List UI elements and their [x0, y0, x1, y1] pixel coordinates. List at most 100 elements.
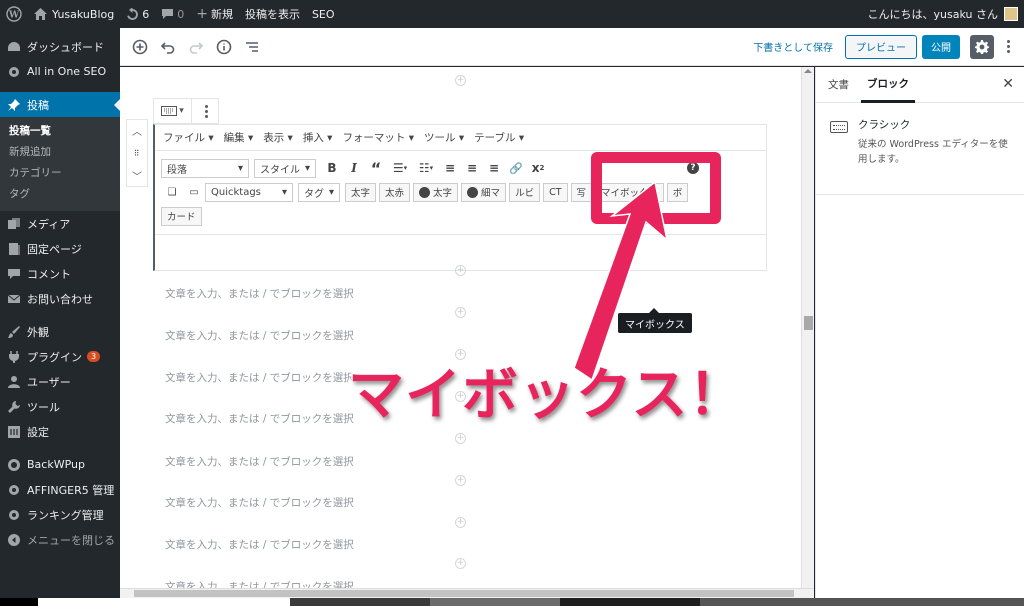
tab-block[interactable]: ブロック [861, 67, 915, 103]
close-icon[interactable]: ✕ [1002, 76, 1014, 92]
comment-icon [162, 9, 174, 19]
sidebar-item-users[interactable]: ユーザー [0, 369, 120, 394]
qt-photo-button[interactable]: 写 [570, 182, 593, 202]
info-button[interactable] [210, 33, 238, 61]
shortcode-icon[interactable]: ❏ [161, 182, 183, 202]
tab-document[interactable]: 文書 [822, 67, 855, 103]
submenu-categories[interactable]: カテゴリー [0, 163, 120, 184]
more-options-button[interactable] [1000, 35, 1016, 59]
editor-canvas[interactable]: + ▾ ︿ ⠿ ﹀ ファイル ▾ 編集 ▾ 表示 ▾ 挿入 ▾ フォーマット ▾… [120, 67, 801, 598]
my-account[interactable]: こんにちは、yusaku さん [862, 0, 1024, 28]
view-post-link[interactable]: 投稿を表示 [239, 0, 306, 28]
qt-bold-red-button[interactable]: 太赤 [379, 182, 411, 202]
sidebar-item-plugins[interactable]: プラグイン 3 [0, 344, 120, 369]
preview-button[interactable]: プレビュー [845, 34, 917, 59]
style-select[interactable]: スタイル ▾ [254, 158, 316, 178]
template-icon[interactable]: ▭ [183, 182, 205, 202]
submenu-add-new[interactable]: 新規追加 [0, 142, 120, 163]
quicktags-select-value: Quicktags [211, 186, 261, 198]
paragraph-placeholder[interactable]: 文章を入力、または / でブロックを選択 [165, 411, 354, 426]
format-select[interactable]: 段落 ▾ [161, 158, 249, 178]
submenu-tags[interactable]: タグ [0, 184, 120, 205]
sidebar-item-posts[interactable]: 投稿 [0, 92, 120, 117]
qt-ct-button[interactable]: CT [543, 182, 568, 202]
sidebar-item-appearance[interactable]: 外観 [0, 319, 120, 344]
paragraph-placeholder[interactable]: 文章を入力、または / でブロックを選択 [165, 328, 354, 343]
undo-button[interactable] [154, 33, 182, 61]
seo-link[interactable]: SEO [306, 0, 341, 28]
qt-ruby-button[interactable]: ルビ [509, 182, 541, 202]
move-down-icon[interactable]: ﹀ [132, 168, 142, 183]
sidebar-item-contact[interactable]: お問い合わせ [0, 286, 120, 311]
link-icon[interactable]: 🔗 [505, 158, 527, 178]
sidebar-item-comments[interactable]: コメント [0, 261, 120, 286]
horizontal-scrollbar[interactable] [120, 588, 814, 598]
inserter-plus-icon[interactable]: + [455, 433, 466, 444]
sidebar-item-backwpup[interactable]: BackWPup [0, 452, 120, 477]
menu-table[interactable]: テーブル ▾ [474, 130, 524, 145]
sidebar-item-aioseo[interactable]: All in One SEO [0, 59, 120, 84]
paragraph-placeholder[interactable]: 文章を入力、または / でブロックを選択 [165, 286, 354, 301]
scrollbar-thumb[interactable] [804, 316, 813, 330]
qt-face-bold-button[interactable]: 太字 [413, 182, 459, 202]
inserter-plus-icon[interactable]: + [455, 265, 466, 276]
numbered-list-icon[interactable]: ☷ ▾ [413, 158, 439, 178]
vertical-scrollbar[interactable] [801, 67, 814, 598]
menu-view[interactable]: 表示 ▾ [263, 130, 293, 145]
qt-bold-button[interactable]: 太字 [345, 182, 377, 202]
inserter-plus-icon[interactable]: + [455, 75, 466, 86]
superscript-icon[interactable]: x2 [527, 158, 549, 178]
site-name-link[interactable]: YusakuBlog [28, 0, 120, 28]
publish-button[interactable]: 公開 [922, 34, 960, 59]
sidebar-item-tools[interactable]: ツール [0, 394, 120, 419]
updates-link[interactable]: 6 [120, 0, 155, 28]
sidebar-item-dashboard[interactable]: ダッシュボード [0, 34, 120, 59]
drag-handle-icon[interactable]: ⠿ [134, 149, 141, 158]
sidebar-item-affinger[interactable]: AFFINGER5 管理 [0, 477, 120, 502]
move-up-icon[interactable]: ︿ [132, 123, 142, 138]
settings-toggle-button[interactable] [970, 34, 994, 59]
qt-card-button[interactable]: カード [161, 206, 202, 226]
menu-format[interactable]: フォーマット ▾ [342, 130, 414, 145]
inserter-plus-icon[interactable]: + [455, 517, 466, 528]
qt-face-thin-button[interactable]: 細マ [461, 182, 507, 202]
menu-edit[interactable]: 編集 ▾ [224, 130, 254, 145]
bold-icon[interactable]: B [321, 158, 343, 178]
italic-icon[interactable]: I [343, 158, 365, 178]
add-block-button[interactable] [126, 33, 154, 61]
menu-insert[interactable]: 挿入 ▾ [303, 130, 333, 145]
menu-file[interactable]: ファイル ▾ [163, 130, 214, 145]
menu-tools[interactable]: ツール ▾ [424, 130, 464, 145]
sidebar-item-media[interactable]: メディア [0, 211, 120, 236]
blockquote-icon[interactable]: “ [365, 158, 387, 178]
align-left-icon[interactable]: ≡ [439, 158, 461, 178]
comments-link[interactable]: 0 [155, 0, 190, 28]
posts-submenu: 投稿一覧 新規追加 カテゴリー タグ [0, 117, 120, 211]
tag-select[interactable]: タグ ▾ [298, 182, 340, 202]
sidebar-item-settings[interactable]: 設定 [0, 419, 120, 444]
paragraph-placeholder[interactable]: 文章を入力、または / でブロックを選択 [165, 537, 354, 552]
paragraph-placeholder[interactable]: 文章を入力、または / でブロックを選択 [165, 370, 354, 385]
submenu-all-posts[interactable]: 投稿一覧 [0, 121, 120, 142]
sidebar-item-label: BackWPup [27, 458, 85, 471]
align-center-icon[interactable]: ≡ [461, 158, 483, 178]
bullet-list-icon[interactable]: ☰ ▾ [387, 158, 413, 178]
wordpress-logo-icon[interactable]: W [0, 0, 28, 28]
inserter-plus-icon[interactable]: + [455, 475, 466, 486]
new-content-link[interactable]: + 新規 [190, 0, 239, 28]
inserter-plus-icon[interactable]: + [455, 558, 466, 569]
redo-button[interactable] [182, 33, 210, 61]
align-right-icon[interactable]: ≡ [483, 158, 505, 178]
sidebar-item-ranking[interactable]: ランキング管理 [0, 502, 120, 527]
sidebar-item-pages[interactable]: 固定ページ [0, 236, 120, 261]
collapse-menu-button[interactable]: メニューを閉じる [0, 527, 120, 552]
block-type-switcher[interactable]: ▾ [154, 99, 192, 123]
quicktags-select[interactable]: Quicktags ▾ [205, 182, 293, 202]
block-more-button[interactable] [198, 99, 214, 123]
paragraph-placeholder[interactable]: 文章を入力、または / でブロックを選択 [165, 495, 354, 510]
outline-button[interactable] [238, 33, 266, 61]
save-draft-link[interactable]: 下書きとして保存 [753, 39, 833, 54]
paragraph-placeholder[interactable]: 文章を入力、または / でブロックを選択 [165, 454, 354, 469]
inserter-plus-icon[interactable]: + [455, 307, 466, 318]
scrollbar-thumb[interactable] [134, 590, 794, 597]
